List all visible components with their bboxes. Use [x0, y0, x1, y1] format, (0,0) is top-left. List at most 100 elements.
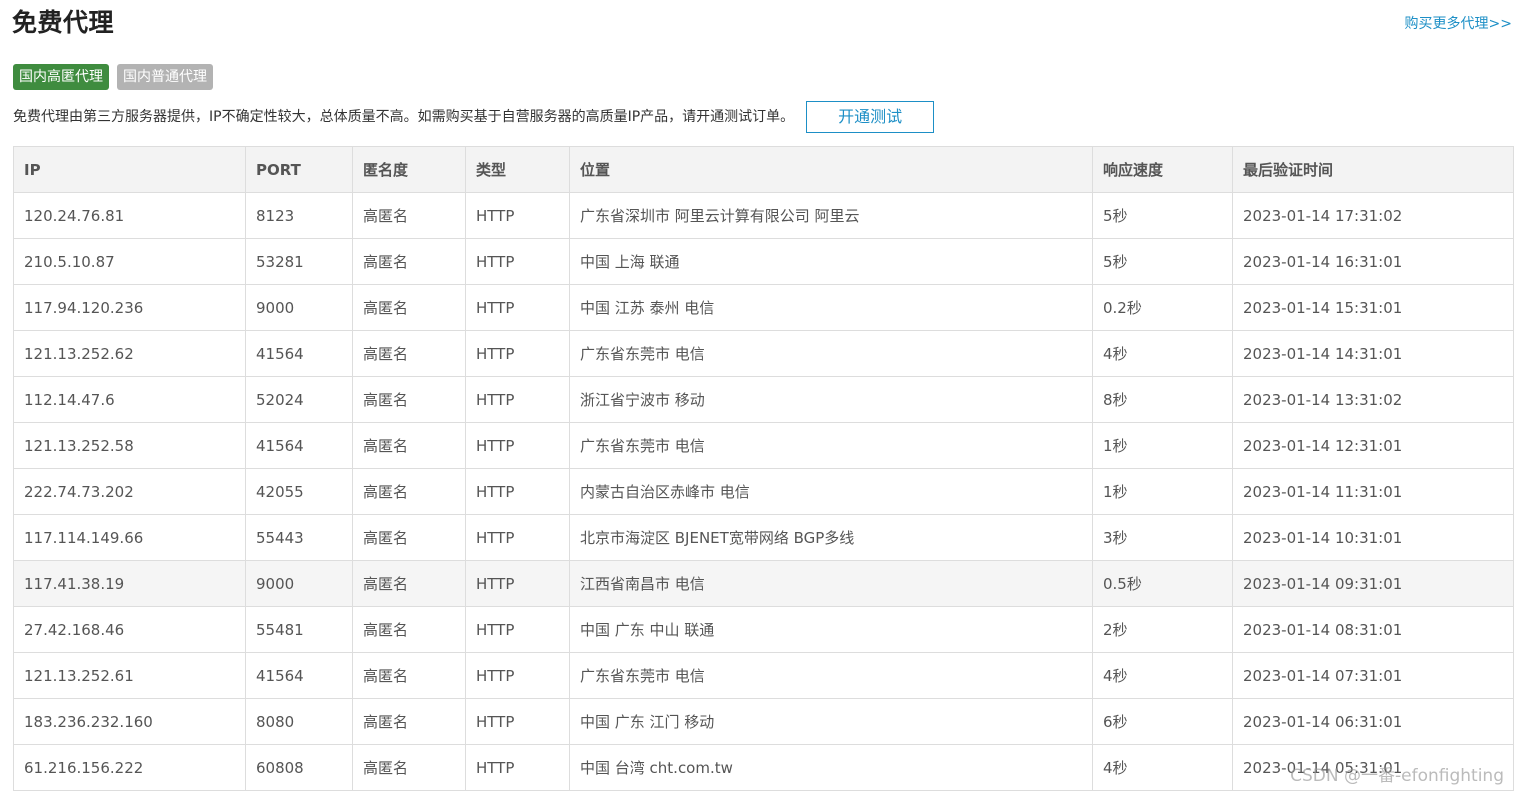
- cell-port: 60808: [245, 744, 353, 791]
- cell-type: HTTP: [465, 330, 570, 377]
- table-row: 121.13.252.62 41564 高匿名 HTTP 广东省东莞市 电信 4秒 2023…: [13, 330, 1514, 377]
- cell-speed: 5秒: [1092, 238, 1233, 285]
- cell-type: HTTP: [465, 606, 570, 653]
- cell-port: 41564: [245, 652, 353, 699]
- cell-port: 55481: [245, 606, 353, 653]
- cell-type: HTTP: [465, 514, 570, 561]
- cell-ip: 27.42.168.46: [13, 606, 246, 653]
- proxy-table: IP PORT 匿名度 类型 位置 响应速度 最后验证时间 120.24.76.…: [13, 146, 1514, 791]
- cell-location: 广东省东莞市 电信: [569, 330, 1093, 377]
- cell-speed: 5秒: [1092, 192, 1233, 239]
- cell-ip: 222.74.73.202: [13, 468, 246, 515]
- table-row: 117.114.149.66 55443 高匿名 HTTP 北京市海淀区 BJENET宽…: [13, 514, 1514, 561]
- open-trial-button[interactable]: 开通测试: [806, 101, 935, 133]
- cell-port: 41564: [245, 422, 353, 469]
- cell-location: 江西省南昌市 电信: [569, 560, 1093, 607]
- cell-ip: 117.41.38.19: [13, 560, 246, 607]
- cell-speed: 0.2秒: [1092, 284, 1233, 331]
- cell-anonymity: 高匿名: [352, 330, 466, 377]
- cell-location: 中国 上海 联通: [569, 238, 1093, 285]
- cell-ip: 117.94.120.236: [13, 284, 246, 331]
- cell-last-verified: 2023-01-14 09:31:01: [1232, 560, 1514, 607]
- tab-domestic-normal[interactable]: 国内普通代理: [117, 64, 213, 90]
- cell-anonymity: 高匿名: [352, 606, 466, 653]
- cell-ip: 121.13.252.61: [13, 652, 246, 699]
- cell-type: HTTP: [465, 468, 570, 515]
- cell-port: 55443: [245, 514, 353, 561]
- cell-last-verified: 2023-01-14 14:31:01: [1232, 330, 1514, 377]
- cell-location: 中国 广东 中山 联通: [569, 606, 1093, 653]
- table-row: 222.74.73.202 42055 高匿名 HTTP 内蒙古自治区赤峰市 电信 1秒 2…: [13, 468, 1514, 515]
- cell-anonymity: 高匿名: [352, 238, 466, 285]
- table-row: 27.42.168.46 55481 高匿名 HTTP 中国 广东 中山 联通 2秒 202…: [13, 606, 1514, 653]
- column-header-type: 类型: [465, 146, 570, 193]
- cell-last-verified: 2023-01-14 08:31:01: [1232, 606, 1514, 653]
- cell-anonymity: 高匿名: [352, 422, 466, 469]
- cell-ip: 210.5.10.87: [13, 238, 246, 285]
- cell-ip: 121.13.252.62: [13, 330, 246, 377]
- cell-last-verified: 2023-01-14 10:31:01: [1232, 514, 1514, 561]
- cell-port: 42055: [245, 468, 353, 515]
- table-header-row: IP PORT 匿名度 类型 位置 响应速度 最后验证时间: [13, 146, 1514, 193]
- cell-port: 9000: [245, 560, 353, 607]
- cell-type: HTTP: [465, 652, 570, 699]
- cell-ip: 121.13.252.58: [13, 422, 246, 469]
- cell-anonymity: 高匿名: [352, 744, 466, 791]
- column-header-location: 位置: [569, 146, 1093, 193]
- cell-anonymity: 高匿名: [352, 652, 466, 699]
- cell-speed: 2秒: [1092, 606, 1233, 653]
- notice-text: 免费代理由第三方服务器提供，IP不确定性较大，总体质量不高。如需购买基于自营服务…: [13, 109, 795, 125]
- cell-port: 9000: [245, 284, 353, 331]
- cell-port: 52024: [245, 376, 353, 423]
- table-row: 117.41.38.19 9000 高匿名 HTTP 江西省南昌市 电信 0.5秒 2023…: [13, 560, 1514, 607]
- cell-type: HTTP: [465, 744, 570, 791]
- cell-anonymity: 高匿名: [352, 468, 466, 515]
- cell-speed: 8秒: [1092, 376, 1233, 423]
- cell-location: 广东省东莞市 电信: [569, 652, 1093, 699]
- cell-type: HTTP: [465, 192, 570, 239]
- notice-row: 免费代理由第三方服务器提供，IP不确定性较大，总体质量不高。如需购买基于自营服务…: [13, 101, 935, 133]
- page-title: 免费代理: [12, 8, 115, 37]
- table-row: 120.24.76.81 8123 高匿名 HTTP 广东省深圳市 阿里云计算有限公司 …: [13, 192, 1514, 239]
- cell-location: 广东省东莞市 电信: [569, 422, 1093, 469]
- cell-type: HTTP: [465, 560, 570, 607]
- cell-speed: 3秒: [1092, 514, 1233, 561]
- proxy-type-tabs: 国内高匿代理 国内普通代理: [13, 64, 213, 90]
- cell-ip: 120.24.76.81: [13, 192, 246, 239]
- cell-last-verified: 2023-01-14 06:31:01: [1232, 698, 1514, 745]
- cell-anonymity: 高匿名: [352, 698, 466, 745]
- cell-port: 8123: [245, 192, 353, 239]
- cell-speed: 1秒: [1092, 422, 1233, 469]
- table-row: 121.13.252.58 41564 高匿名 HTTP 广东省东莞市 电信 1秒 2023…: [13, 422, 1514, 469]
- cell-type: HTTP: [465, 238, 570, 285]
- table-row: 210.5.10.87 53281 高匿名 HTTP 中国 上海 联通 5秒 2023-01…: [13, 238, 1514, 285]
- cell-type: HTTP: [465, 376, 570, 423]
- cell-port: 41564: [245, 330, 353, 377]
- table-row: 121.13.252.61 41564 高匿名 HTTP 广东省东莞市 电信 4秒 2023…: [13, 652, 1514, 699]
- cell-location: 北京市海淀区 BJENET宽带网络 BGP多线: [569, 514, 1093, 561]
- column-header-port: PORT: [245, 146, 353, 193]
- cell-speed: 6秒: [1092, 698, 1233, 745]
- cell-last-verified: 2023-01-14 17:31:02: [1232, 192, 1514, 239]
- column-header-speed: 响应速度: [1092, 146, 1233, 193]
- cell-speed: 1秒: [1092, 468, 1233, 515]
- cell-ip: 112.14.47.6: [13, 376, 246, 423]
- column-header-ip: IP: [13, 146, 246, 193]
- cell-last-verified: 2023-01-14 15:31:01: [1232, 284, 1514, 331]
- cell-anonymity: 高匿名: [352, 514, 466, 561]
- column-header-anonymity: 匿名度: [352, 146, 466, 193]
- cell-port: 8080: [245, 698, 353, 745]
- tab-domestic-high-anonymity[interactable]: 国内高匿代理: [13, 64, 109, 90]
- cell-location: 中国 台湾 cht.com.tw: [569, 744, 1093, 791]
- cell-last-verified: 2023-01-14 12:31:01: [1232, 422, 1514, 469]
- table-row: 117.94.120.236 9000 高匿名 HTTP 中国 江苏 泰州 电信 0.2秒…: [13, 284, 1514, 331]
- table-row: 183.236.232.160 8080 高匿名 HTTP 中国 广东 江门 移动 6秒 2…: [13, 698, 1514, 745]
- buy-more-proxies-link[interactable]: 购买更多代理>>: [1405, 14, 1512, 34]
- table-row: 61.216.156.222 60808 高匿名 HTTP 中国 台湾 cht.com.…: [13, 744, 1514, 791]
- cell-anonymity: 高匿名: [352, 376, 466, 423]
- cell-type: HTTP: [465, 698, 570, 745]
- cell-type: HTTP: [465, 422, 570, 469]
- cell-location: 中国 江苏 泰州 电信: [569, 284, 1093, 331]
- table-row: 112.14.47.6 52024 高匿名 HTTP 浙江省宁波市 移动 8秒 2023-0…: [13, 376, 1514, 423]
- cell-port: 53281: [245, 238, 353, 285]
